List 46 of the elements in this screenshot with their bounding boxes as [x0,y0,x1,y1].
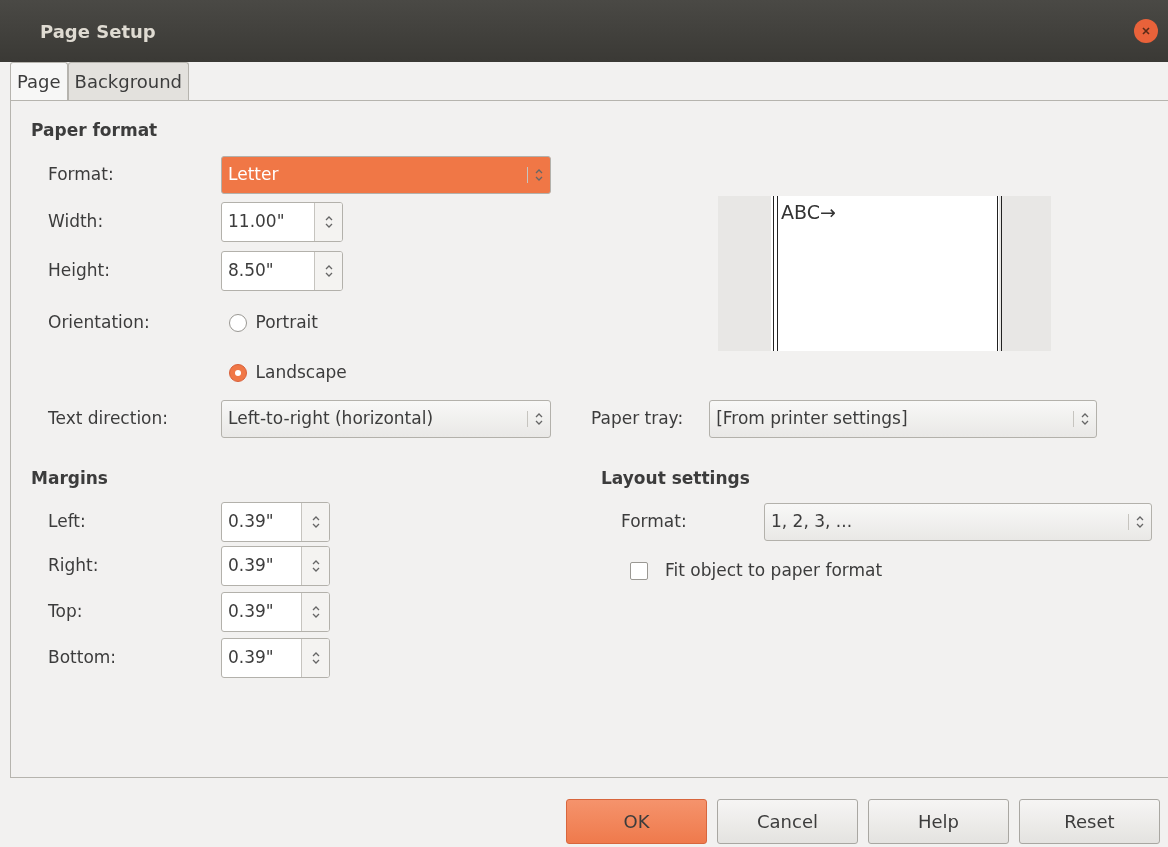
dialog-button[interactable]: Reset [1019,799,1160,844]
spin-arrows-icon [310,514,321,530]
window-title: Page Setup [40,19,156,44]
field-label: Right: [47,554,100,578]
field-label: Format: [47,163,115,187]
margin-field[interactable]: 0.39" [221,638,330,678]
margin-field[interactable]: 0.39" [221,502,330,542]
field-label: Height: [47,259,111,283]
radio-option[interactable]: Portrait [221,310,318,336]
preview-text: ABC→ [781,200,836,225]
field-label: Text direction: [47,407,169,431]
margin-field[interactable]: 0.39" [221,592,330,632]
radio-option[interactable]: Landscape [221,360,347,386]
spin-arrows-icon [310,604,321,620]
field-label: Left: [47,510,87,534]
spin-arrows-icon [323,214,334,230]
spin-arrows-icon [310,558,321,574]
page-number-format-dropdown[interactable]: 1, 2, 3, ... [764,503,1152,541]
section-heading: Paper format [31,118,158,142]
width-field[interactable]: 11.00" [221,202,343,242]
spin-arrows-icon [527,411,544,427]
field-label: Width: [47,210,105,234]
close-button[interactable] [1134,19,1158,43]
field-label: Format: [620,510,688,534]
section-heading: Margins [31,466,108,490]
margin-field[interactable]: 0.39" [221,546,330,586]
spin-arrows-icon [1128,514,1145,530]
spin-arrows-icon [310,650,321,666]
spin-arrows-icon [323,263,334,279]
close-icon [1141,26,1151,36]
spin-arrows-icon [527,167,544,183]
spin-arrows-icon [1073,411,1091,427]
field-label: Top: [47,600,84,624]
paper-tray-dropdown[interactable]: [From printer settings] [709,400,1098,438]
text-direction-dropdown[interactable]: Left-to-right (horizontal) [221,400,551,438]
dialog-button[interactable]: Help [868,799,1009,844]
field-label: Orientation: [47,311,151,335]
dialog-button[interactable]: Cancel [717,799,858,844]
tab[interactable]: Background [67,62,189,100]
field-label: Bottom: [47,646,118,670]
tab[interactable]: Page [10,62,68,100]
dialog-button[interactable]: OK [566,799,707,844]
checkbox-option[interactable]: Fit object to paper format [630,558,883,584]
field-label: Paper tray: [591,407,684,431]
section-heading: Layout settings [601,466,750,490]
height-field[interactable]: 8.50" [221,251,343,291]
